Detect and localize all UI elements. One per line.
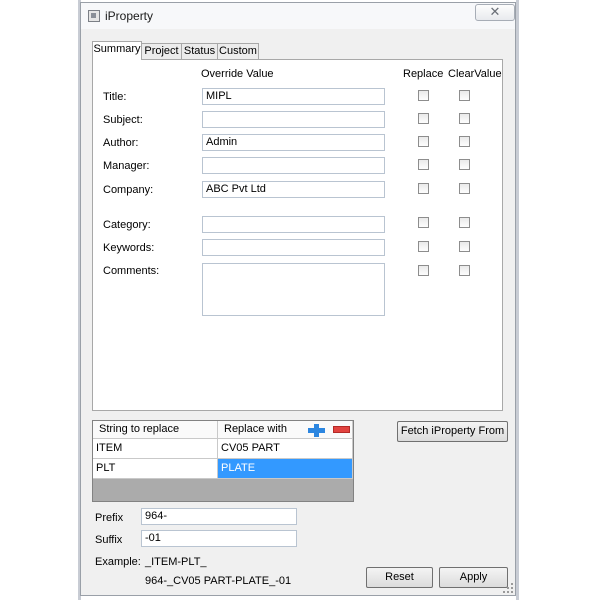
category-label: Category: <box>103 219 151 231</box>
tab-status[interactable]: Status <box>181 43 218 59</box>
grid-cell-replace[interactable]: CV05 PART <box>218 439 353 459</box>
suffix-input[interactable]: -01 <box>141 530 297 547</box>
close-icon: ✕ <box>489 4 501 19</box>
replace-header: Replace <box>403 68 444 80</box>
author-label: Author: <box>103 137 139 149</box>
window-title: iProperty <box>105 9 154 23</box>
keywords-clear-checkbox[interactable] <box>459 241 470 252</box>
manager-field[interactable] <box>202 157 385 174</box>
category-clear-checkbox[interactable] <box>459 217 470 228</box>
author-clear-checkbox[interactable] <box>459 136 470 147</box>
grid-header-string-to-replace[interactable]: String to replace <box>93 421 218 439</box>
keywords-label: Keywords: <box>103 242 155 254</box>
subject-label: Subject: <box>103 114 143 126</box>
minus-icon[interactable] <box>333 426 350 433</box>
iproperty-dialog: iProperty ✕ Summary Project Status Custo… <box>80 2 516 596</box>
company-replace-checkbox[interactable] <box>418 183 429 194</box>
title-label: Title: <box>103 91 127 103</box>
close-button[interactable]: ✕ <box>475 4 515 21</box>
keywords-field[interactable] <box>202 239 385 256</box>
tab-summary[interactable]: Summary <box>92 41 142 60</box>
title-bar: iProperty ✕ <box>81 3 515 29</box>
company-clear-checkbox[interactable] <box>459 183 470 194</box>
title-clear-checkbox[interactable] <box>459 90 470 101</box>
prefix-label: Prefix <box>95 512 124 524</box>
prefix-input[interactable]: 964- <box>141 508 297 525</box>
comments-field[interactable] <box>202 263 385 316</box>
reset-button[interactable]: Reset <box>366 567 433 588</box>
resize-grip[interactable] <box>503 583 513 593</box>
comments-clear-checkbox[interactable] <box>459 265 470 276</box>
tab-custom[interactable]: Custom <box>217 43 259 59</box>
manager-label: Manager: <box>103 160 150 172</box>
subject-clear-checkbox[interactable] <box>459 113 470 124</box>
example-output: 964-_CV05 PART-PLATE_-01 <box>145 575 292 587</box>
manager-replace-checkbox[interactable] <box>418 159 429 170</box>
grid-cell-find[interactable]: ITEM <box>93 439 218 459</box>
title-field[interactable]: MIPL <box>202 88 385 105</box>
company-field[interactable]: ABC Pvt Ltd <box>202 181 385 198</box>
manager-clear-checkbox[interactable] <box>459 159 470 170</box>
keywords-replace-checkbox[interactable] <box>418 241 429 252</box>
clear-value-header: ClearValue <box>448 68 502 80</box>
apply-button[interactable]: Apply <box>439 567 508 588</box>
example-label: Example: <box>95 556 141 568</box>
example-input-pattern: _ITEM-PLT_ <box>145 556 207 568</box>
override-value-header: Override Value <box>201 68 274 80</box>
subject-replace-checkbox[interactable] <box>418 113 429 124</box>
grid-cell-find[interactable]: PLT <box>93 459 218 479</box>
category-field[interactable] <box>202 216 385 233</box>
background-window-edge-right <box>516 0 519 600</box>
app-icon <box>88 10 100 22</box>
title-replace-checkbox[interactable] <box>418 90 429 101</box>
author-replace-checkbox[interactable] <box>418 136 429 147</box>
category-replace-checkbox[interactable] <box>418 217 429 228</box>
grid-cell-replace-selected[interactable]: PLATE <box>218 459 353 479</box>
suffix-label: Suffix <box>95 534 123 546</box>
comments-label: Comments: <box>103 265 160 277</box>
subject-field[interactable] <box>202 111 385 128</box>
string-replace-grid[interactable]: String to replace Replace with ITEM CV05… <box>92 420 354 502</box>
tab-project[interactable]: Project <box>141 43 182 59</box>
comments-replace-checkbox[interactable] <box>418 265 429 276</box>
plus-icon[interactable] <box>307 423 326 437</box>
author-field[interactable]: Admin <box>202 134 385 151</box>
company-label: Company: <box>103 184 154 196</box>
summary-panel: Override Value Replace ClearValue Title:… <box>92 59 503 411</box>
fetch-iproperty-button[interactable]: Fetch iProperty From <box>397 421 508 442</box>
